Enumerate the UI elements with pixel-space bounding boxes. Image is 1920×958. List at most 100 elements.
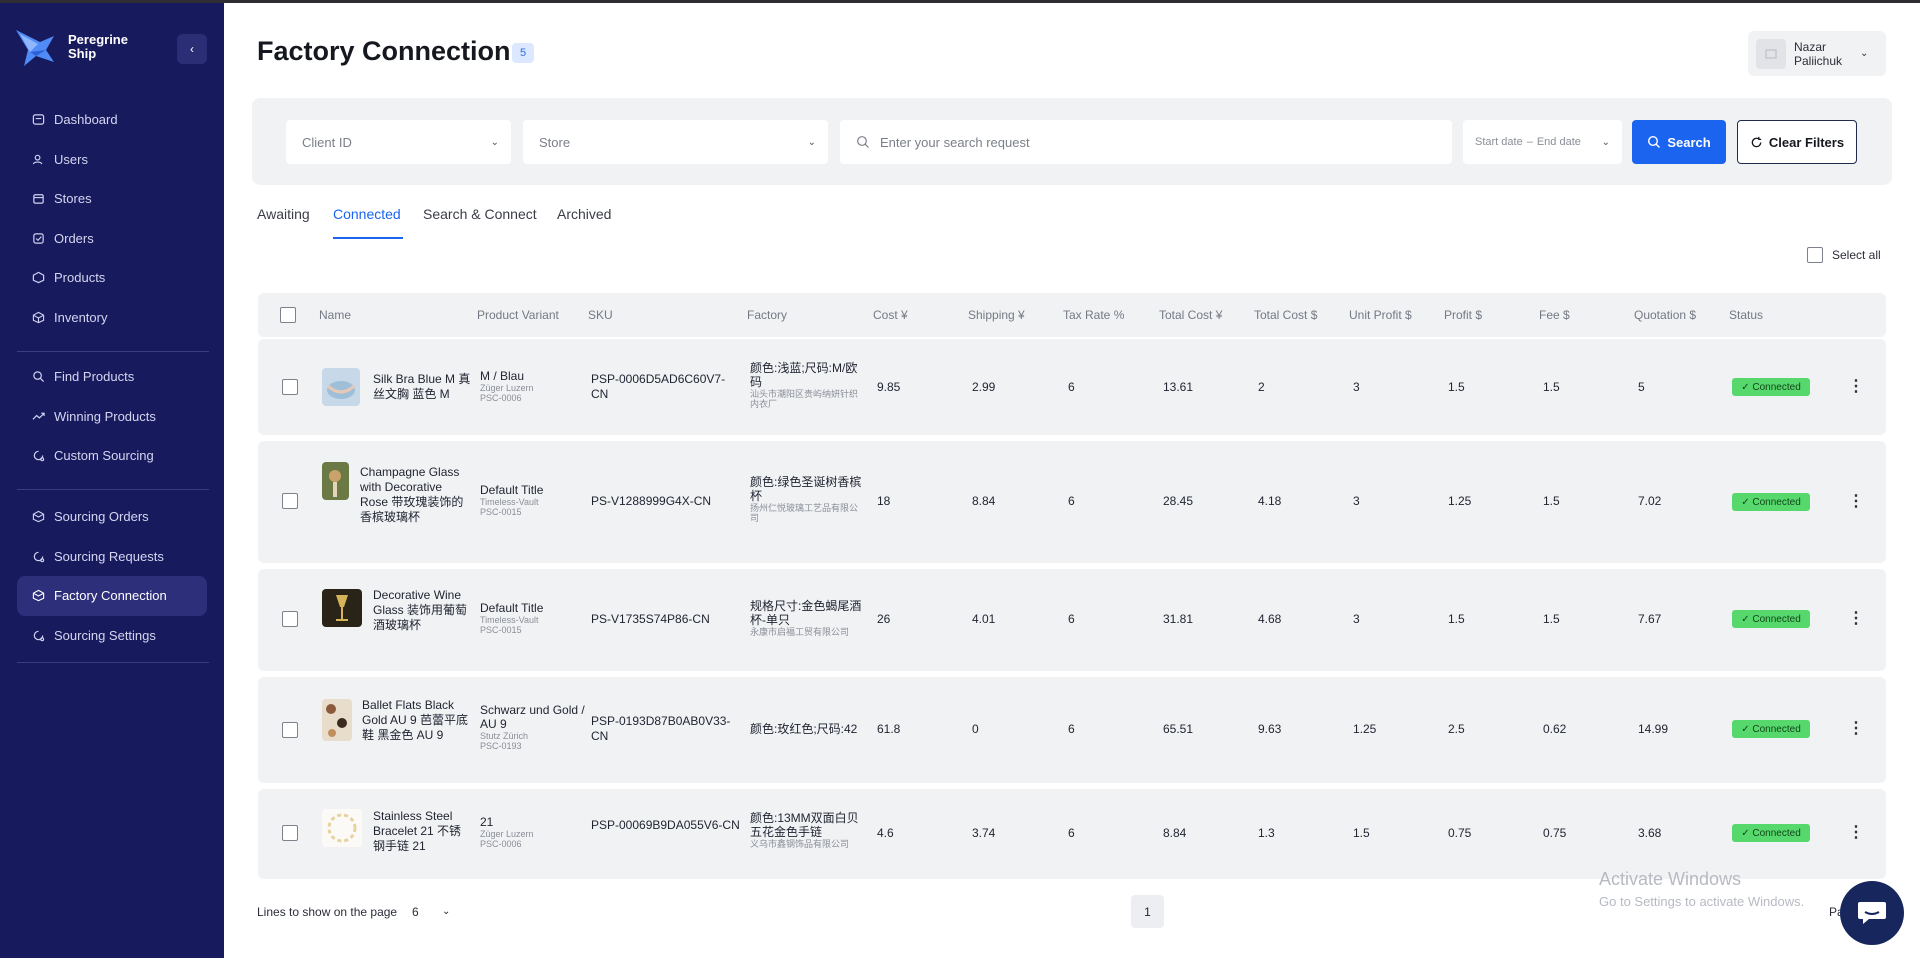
products-icon (31, 271, 45, 285)
total-cost-usd-cell: 1.3 (1258, 826, 1275, 840)
table-row[interactable]: Decorative Wine Glass 装饰用葡萄酒玻璃杯 Default … (258, 569, 1886, 671)
pagination-page-1[interactable]: 1 (1131, 895, 1164, 928)
table-header: Name Product Variant SKU Factory Cost ¥ … (258, 293, 1886, 337)
status-label: Connected (1752, 827, 1801, 839)
table-row[interactable]: Ballet Flats Black Gold AU 9 芭蕾平底鞋 黑金色 A… (258, 677, 1886, 783)
brand-logo[interactable]: Peregrine Ship (10, 22, 138, 72)
page-title: Factory Connection (257, 36, 511, 66)
cost-cell: 9.85 (877, 380, 901, 394)
table-row[interactable]: Silk Bra Blue M 真丝文胸 蓝色 M M / Blau Züger… (258, 339, 1886, 435)
chevron-down-icon[interactable]: ⌄ (442, 906, 450, 917)
col-header-variant: Product Variant (477, 308, 559, 322)
row-checkbox[interactable] (282, 379, 298, 395)
nav-group-sourcing: Sourcing Orders Sourcing Requests Factor… (17, 497, 207, 655)
store-select[interactable]: Store ⌄ (523, 120, 828, 164)
row-checkbox[interactable] (282, 611, 298, 627)
date-range-picker[interactable]: Start date – End date ⌄ (1463, 120, 1622, 164)
row-actions-menu-icon[interactable]: ⋮ (1848, 718, 1864, 738)
sidebar-item-label: Winning Products (54, 408, 156, 424)
sidebar-item-inventory[interactable]: Inventory (17, 298, 207, 338)
search-button-label: Search (1667, 134, 1711, 150)
tax-cell: 6 (1068, 826, 1075, 840)
row-checkbox[interactable] (282, 825, 298, 841)
sidebar-item-label: Sourcing Settings (54, 627, 156, 643)
variant-title: Default Title (480, 483, 544, 497)
quotation-cell: 14.99 (1638, 722, 1669, 736)
col-header-profit: Profit $ (1444, 308, 1483, 322)
tab-connected[interactable]: Connected (333, 206, 401, 222)
nav-group-main: Dashboard Users Stores Orders Products I… (17, 100, 207, 337)
sidebar-item-label: Inventory (54, 309, 108, 325)
table-row[interactable]: Stainless Steel Bracelet 21 不锈钢手链 21 21 … (258, 789, 1886, 879)
sidebar-item-sourcing-settings[interactable]: Sourcing Settings (17, 616, 207, 656)
total-cost-usd-cell: 2 (1258, 380, 1265, 394)
image-placeholder-icon (1765, 49, 1777, 58)
tab-archived[interactable]: Archived (557, 206, 611, 222)
sidebar-item-label: Find Products (54, 369, 135, 385)
product-thumbnail (322, 368, 360, 406)
select-all-control[interactable]: Select all (1807, 247, 1881, 263)
variant-title: M / Blau (480, 369, 525, 383)
row-checkbox[interactable] (282, 722, 298, 738)
user-menu[interactable]: Nazar Paliichuk ⌄ (1748, 31, 1886, 76)
row-checkbox[interactable] (282, 493, 298, 509)
total-cost-cny-cell: 13.61 (1163, 380, 1194, 394)
row-actions-menu-icon[interactable]: ⋮ (1848, 822, 1864, 842)
search-icon (856, 135, 870, 149)
active-tab-indicator (333, 237, 403, 239)
sidebar-item-orders[interactable]: Orders (17, 219, 207, 259)
sku-cell: PSP-0006D5AD6C60V7-CN (591, 372, 726, 401)
variant-code: PSC-0193 (480, 741, 522, 751)
shipping-cell: 8.84 (972, 494, 996, 508)
sidebar-collapse-button[interactable]: ‹ (177, 34, 207, 64)
chevron-down-icon: ⌄ (1601, 136, 1610, 148)
product-variant: Default Title Timeless-Vault PSC-0015 (480, 483, 590, 517)
sidebar-item-find-products[interactable]: Find Products (17, 357, 207, 397)
sku-cell: PS-V1288999G4X-CN (591, 494, 712, 508)
filter-panel: Client ID ⌄ Store ⌄ Enter your search re… (252, 98, 1892, 185)
search-button[interactable]: Search (1632, 120, 1726, 164)
total-cost-usd-cell: 4.18 (1258, 494, 1282, 508)
select-all-checkbox[interactable] (1807, 247, 1823, 263)
sidebar-item-sourcing-orders[interactable]: Sourcing Orders (17, 497, 207, 537)
search-input[interactable]: Enter your search request (840, 120, 1452, 164)
sidebar-item-stores[interactable]: Stores (17, 179, 207, 219)
lines-per-page-select[interactable]: 6 (412, 905, 419, 919)
total-cost-usd-cell: 9.63 (1258, 722, 1282, 736)
variant-title: Default Title (480, 601, 544, 615)
clear-filters-button[interactable]: Clear Filters (1737, 120, 1857, 164)
factory-spec: 规格尺寸:金色蝎尾酒杯-单只 (750, 599, 862, 627)
select-all-rows-checkbox[interactable] (280, 307, 296, 323)
table-row[interactable]: Champagne Glass with Decorative Rose 带玫瑰… (258, 441, 1886, 563)
sidebar-item-products[interactable]: Products (17, 258, 207, 298)
sidebar-item-winning-products[interactable]: Winning Products (17, 397, 207, 437)
avatar (1756, 38, 1786, 69)
col-header-tax-rate: Tax Rate % (1063, 308, 1125, 322)
search-placeholder: Enter your search request (880, 134, 1030, 150)
quotation-cell: 7.02 (1638, 494, 1662, 508)
check-icon: ✓ (1741, 613, 1753, 625)
sidebar-item-label: Sourcing Orders (54, 509, 149, 525)
sidebar-item-sourcing-requests[interactable]: Sourcing Requests (17, 537, 207, 577)
cost-cell: 61.8 (877, 722, 901, 736)
factory-name: 义乌市鑫钢饰品有限公司 (750, 839, 850, 849)
trend-icon (31, 409, 45, 423)
row-actions-menu-icon[interactable]: ⋮ (1848, 376, 1864, 396)
client-id-select[interactable]: Client ID ⌄ (286, 120, 511, 164)
factory-spec: 颜色:绿色圣诞树香槟杯 (750, 475, 862, 503)
sidebar-item-factory-connection[interactable]: Factory Connection (17, 576, 207, 616)
sidebar-item-dashboard[interactable]: Dashboard (17, 100, 207, 140)
check-icon: ✓ (1741, 723, 1753, 735)
chat-support-button[interactable] (1840, 881, 1904, 945)
total-cost-usd-cell: 4.68 (1258, 612, 1282, 626)
row-actions-menu-icon[interactable]: ⋮ (1848, 491, 1864, 511)
clear-filters-label: Clear Filters (1768, 134, 1845, 150)
tab-search-connect[interactable]: Search & Connect (423, 206, 537, 222)
sidebar-item-label: Sourcing Requests (54, 548, 164, 564)
sidebar-item-users[interactable]: Users (17, 140, 207, 180)
row-actions-menu-icon[interactable]: ⋮ (1848, 608, 1864, 628)
profit-cell: 1.25 (1448, 494, 1472, 508)
sidebar-item-custom-sourcing[interactable]: Custom Sourcing (17, 436, 207, 476)
tab-awaiting[interactable]: Awaiting (257, 206, 310, 222)
variant-store: Stutz Zürich (480, 731, 529, 741)
